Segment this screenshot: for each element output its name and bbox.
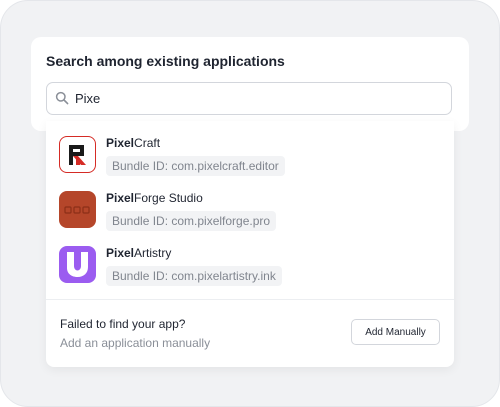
result-name: PixelArtistry xyxy=(106,246,171,260)
result-item-pixelforge[interactable]: PixelForge Studio Bundle ID: com.pixelfo… xyxy=(46,191,454,243)
search-title: Search among existing applications xyxy=(46,53,285,69)
search-results-dropdown: PixelCraft Bundle ID: com.pixelcraft.edi… xyxy=(46,121,454,367)
bundle-id-chip: Bundle ID: com.pixelforge.pro xyxy=(106,211,277,231)
search-box[interactable] xyxy=(46,82,452,115)
result-item-pixelartistry[interactable]: PixelArtistry Bundle ID: com.pixelartist… xyxy=(46,246,454,298)
result-item-pixelcraft[interactable]: PixelCraft Bundle ID: com.pixelcraft.edi… xyxy=(46,136,454,188)
result-name: PixelForge Studio xyxy=(106,191,203,205)
search-input[interactable] xyxy=(75,88,435,108)
pixelcraft-logo-icon xyxy=(59,136,96,173)
fallback-subtitle: Add an application manually xyxy=(60,336,211,350)
result-name: PixelCraft xyxy=(106,136,160,150)
add-manually-button[interactable]: Add Manually xyxy=(351,319,440,345)
bundle-id-chip: Bundle ID: com.pixelcraft.editor xyxy=(106,156,285,176)
result-name-match: Pixel xyxy=(106,246,135,260)
app-frame: Search among existing applications Pixe … xyxy=(0,0,500,407)
result-name-match: Pixel xyxy=(106,136,135,150)
pixelforge-logo-icon xyxy=(59,191,96,228)
result-name-rest: Forge Studio xyxy=(134,191,203,205)
result-name-match: Pixel xyxy=(106,191,135,205)
search-card: Search among existing applications xyxy=(31,37,469,131)
pixelartistry-logo-icon xyxy=(59,246,96,283)
result-name-rest: Craft xyxy=(134,136,161,150)
fallback-title: Failed to find your app? xyxy=(60,317,186,331)
divider xyxy=(46,299,454,300)
bundle-id-chip: Bundle ID: com.pixelartistry.ink xyxy=(106,266,282,286)
search-icon xyxy=(55,91,69,105)
result-name-rest: Artistry xyxy=(134,246,172,260)
